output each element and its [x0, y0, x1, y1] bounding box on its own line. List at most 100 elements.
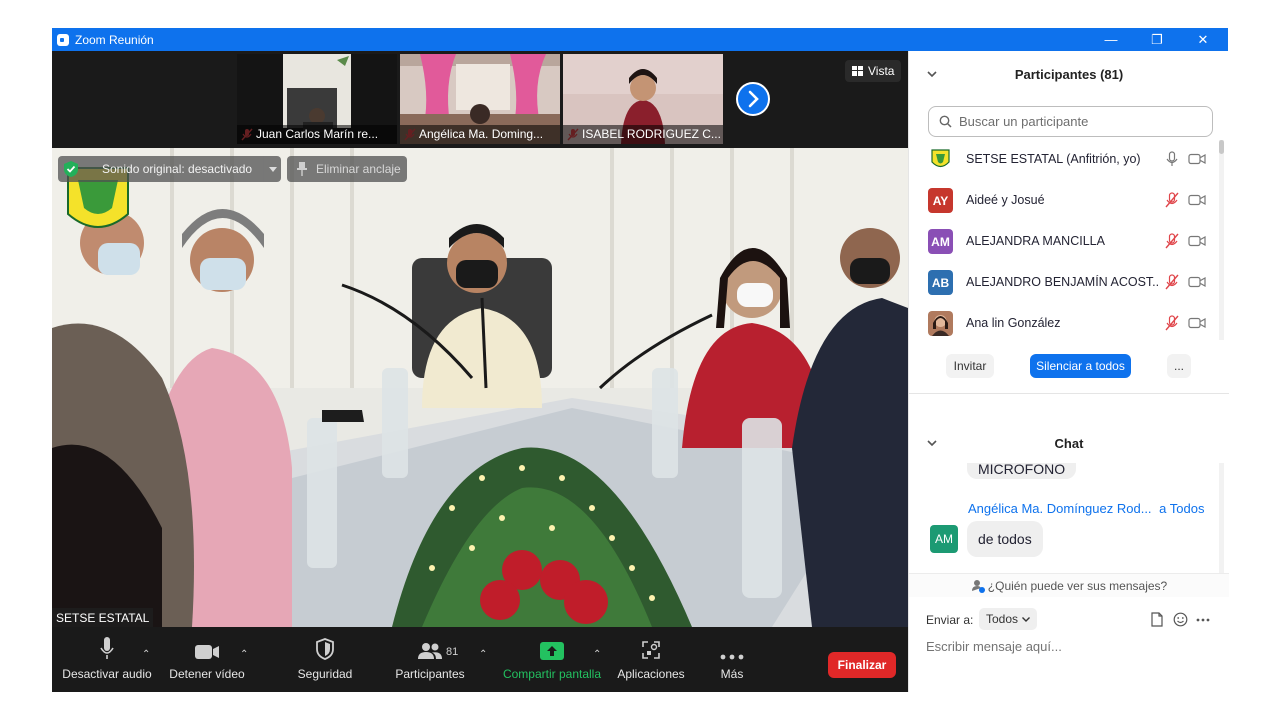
active-speaker-name: SETSE ESTATAL [52, 608, 154, 628]
apps-icon [642, 641, 660, 659]
stop-video-button[interactable]: Detener vídeo [162, 627, 252, 692]
pin-icon [297, 162, 307, 176]
video-camera-icon [195, 645, 219, 659]
participants-header: Participantes (81) [909, 51, 1229, 97]
collapse-chevron-icon[interactable] [927, 438, 937, 448]
participants-list: SETSE ESTATAL (Anfitrión, yo) AY Aideé y… [909, 139, 1229, 339]
send-to-row: Enviar a: Todos [909, 607, 1229, 633]
mic-muted-icon[interactable] [1163, 274, 1181, 290]
thumbnail-strip: Juan Carlos Marín re... Angélica Ma. Dom… [52, 51, 908, 146]
shield-icon [316, 638, 334, 660]
grid-view-icon [852, 66, 863, 76]
mute-audio-label: Desactivar audio [62, 667, 152, 681]
participant-name: Juan Carlos Marín re... [237, 125, 397, 144]
close-button[interactable]: ✕ [1180, 28, 1226, 51]
chevron-down-icon [1022, 616, 1031, 622]
chat-scrollbar[interactable] [1219, 463, 1224, 573]
video-off-icon[interactable] [1188, 274, 1206, 290]
video-off-icon[interactable] [1188, 315, 1206, 331]
chat-message-bubble: MICROFONO [967, 463, 1077, 479]
unpin-button[interactable]: Eliminar anclaje [287, 156, 407, 182]
video-off-icon[interactable] [1188, 192, 1206, 208]
share-screen-label: Compartir pantalla [502, 667, 602, 681]
who-can-see-label: ¿Quién puede ver sus mensajes? [987, 578, 1168, 593]
mic-muted-icon[interactable] [1163, 315, 1181, 331]
video-off-icon[interactable] [1188, 151, 1206, 167]
search-placeholder: Buscar un participante [959, 114, 1089, 129]
caret-down-icon [268, 166, 277, 172]
mic-muted-icon[interactable] [1163, 233, 1181, 249]
microphone-icon [100, 637, 114, 659]
chat-sender-name: Angélica Ma. Domínguez Rod... a Todos [968, 501, 1204, 516]
emoji-icon[interactable] [1173, 612, 1188, 627]
participants-scrollbar[interactable] [1219, 140, 1224, 340]
chat-title: Chat [1054, 435, 1084, 451]
security-button[interactable]: Seguridad [285, 627, 365, 692]
participant-name: Aideé y Josué [966, 193, 1045, 207]
mute-audio-button[interactable]: Desactivar audio [62, 627, 152, 692]
chat-message-bubble: de todos [967, 521, 1043, 557]
apps-button[interactable]: Aplicaciones [612, 627, 690, 692]
mic-muted-icon[interactable] [1163, 192, 1181, 208]
participants-icon [418, 643, 442, 659]
zoom-window: Zoom Reunión — ❐ ✕ Juan Carlos Marín re.… [52, 28, 1229, 692]
participant-row[interactable]: Ana lin González [909, 303, 1219, 344]
original-sound-menu-button[interactable] [263, 156, 281, 182]
thumbnail-video[interactable]: ISABEL RODRIGUEZ C... [563, 54, 723, 144]
end-meeting-button[interactable]: Finalizar [828, 652, 896, 678]
who-can-see-link[interactable]: ¿Quién puede ver sus mensajes? [909, 573, 1229, 597]
participants-title: Participantes (81) [1014, 66, 1124, 82]
participant-row[interactable]: AB ALEJANDRO BENJAMÍN ACOST... [909, 262, 1219, 303]
audio-options-caret-icon[interactable]: ⌃ [142, 649, 150, 660]
participant-avatar [928, 147, 953, 172]
thumbnail-video[interactable]: Juan Carlos Marín re... [237, 54, 397, 144]
video-off-icon[interactable] [1188, 233, 1206, 249]
participant-avatar: AM [928, 229, 953, 254]
chat-header: Chat [909, 423, 1229, 463]
participant-avatar [928, 311, 953, 336]
video-options-caret-icon[interactable]: ⌃ [240, 649, 248, 660]
mute-all-button[interactable]: Silenciar a todos [1030, 354, 1131, 378]
more-options-icon[interactable] [1196, 618, 1210, 622]
participant-search-input[interactable]: Buscar un participante [928, 106, 1213, 137]
apps-label: Aplicaciones [617, 667, 685, 681]
participant-name: ALEJANDRO BENJAMÍN ACOST... [966, 275, 1158, 289]
share-screen-button[interactable]: Compartir pantalla [500, 627, 604, 692]
microphone-icon[interactable] [1163, 151, 1181, 167]
invite-button[interactable]: Invitar [946, 354, 994, 378]
zoom-logo-icon [57, 33, 69, 46]
main-video[interactable] [52, 148, 908, 627]
stop-video-label: Detener vídeo [169, 667, 245, 681]
file-icon[interactable] [1150, 612, 1164, 627]
side-panel: Participantes (81) Buscar un participant… [908, 51, 1229, 692]
scrollbar-thumb[interactable] [1219, 140, 1224, 154]
next-page-button[interactable] [736, 82, 770, 116]
security-shield-icon [64, 161, 78, 177]
participant-row[interactable]: AY Aideé y Josué [909, 180, 1219, 221]
window-title: Zoom Reunión [75, 32, 154, 47]
participant-row[interactable]: AM ALEJANDRA MANCILLA [909, 221, 1219, 262]
minimize-button[interactable]: — [1088, 28, 1134, 51]
share-options-caret-icon[interactable]: ⌃ [593, 649, 601, 660]
more-button[interactable]: Más [702, 627, 762, 692]
participants-label: Participantes [395, 667, 465, 681]
chat-messages: MICROFONO Angélica Ma. Domínguez Rod... … [909, 463, 1219, 573]
send-to-value: Todos [986, 612, 1019, 626]
title-bar: Zoom Reunión — ❐ ✕ [52, 28, 1228, 51]
participants-button[interactable]: Participantes [385, 627, 475, 692]
collapse-chevron-icon[interactable] [927, 69, 937, 79]
participant-name: Angélica Ma. Doming... [400, 125, 560, 144]
participant-row[interactable]: SETSE ESTATAL (Anfitrión, yo) [909, 139, 1219, 180]
security-label: Seguridad [297, 667, 353, 681]
participant-name: ALEJANDRA MANCILLA [966, 234, 1105, 248]
chat-message-input[interactable]: Escribir mensaje aquí... [926, 639, 1062, 654]
participants-options-caret-icon[interactable]: ⌃ [479, 649, 487, 660]
original-sound-control[interactable]: Sonido original: desactivado [58, 156, 281, 182]
view-button[interactable]: Vista [845, 60, 902, 82]
thumbnail-video[interactable]: Angélica Ma. Doming... [400, 54, 560, 144]
original-sound-label: Sonido original: desactivado [102, 162, 253, 176]
participant-name: Ana lin González [966, 316, 1061, 330]
more-options-button[interactable]: ... [1167, 354, 1191, 378]
send-to-dropdown[interactable]: Todos [979, 608, 1038, 630]
restore-button[interactable]: ❐ [1134, 28, 1180, 51]
